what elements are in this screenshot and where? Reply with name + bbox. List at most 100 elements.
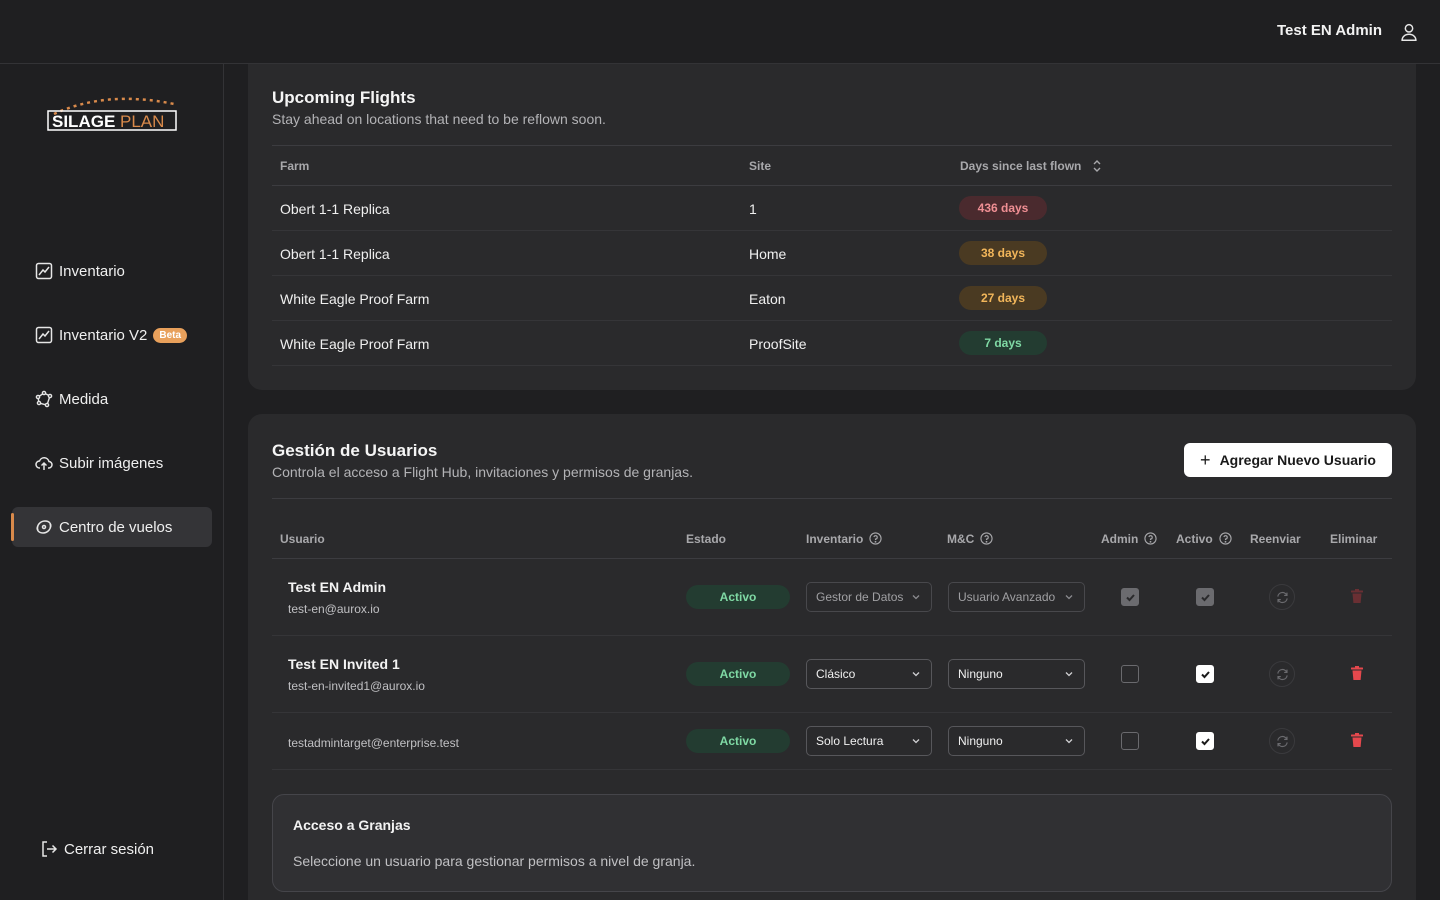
logo-text-silage: SILAGE (52, 112, 115, 131)
col-admin: Admin (1101, 532, 1157, 546)
sidebar-item-label: Inventario (59, 262, 125, 280)
days-badge: 38 days (959, 241, 1047, 265)
chevron-down-icon (912, 595, 920, 600)
help-icon[interactable] (1144, 532, 1157, 545)
check-icon (1126, 594, 1135, 602)
site-name: Eaton (749, 291, 786, 307)
divider (272, 185, 1392, 186)
plus-icon: + (1200, 450, 1211, 470)
inventory-role-select[interactable]: Clásico (806, 659, 932, 689)
sidebar-item-label: Inventario V2 (59, 326, 148, 344)
user-name: Test EN Invited 1 (288, 656, 400, 672)
admin-checkbox[interactable] (1121, 732, 1139, 750)
user-icon[interactable] (1398, 21, 1420, 43)
divider (272, 558, 1392, 559)
select-value: Solo Lectura (816, 734, 884, 748)
upcoming-flights-card: Upcoming Flights Stay ahead on locations… (248, 64, 1416, 390)
user-email: testadmintarget@enterprise.test (288, 736, 459, 750)
check-icon (1201, 671, 1210, 679)
divider (272, 635, 1392, 636)
users-subtitle: Controla el acceso a Flight Hub, invitac… (272, 464, 693, 480)
admin-checkbox[interactable] (1121, 665, 1139, 683)
resend-invite-button[interactable] (1269, 661, 1295, 687)
col-active-label: Activo (1176, 532, 1213, 546)
check-icon (1201, 738, 1210, 746)
days-badge: 436 days (959, 196, 1047, 220)
divider (272, 712, 1392, 713)
select-value: Ninguno (958, 667, 1003, 681)
farm-name: Obert 1-1 Replica (280, 201, 390, 217)
select-value: Gestor de Datos (816, 590, 904, 604)
sidebar-item-medida[interactable]: Medida (12, 379, 212, 419)
resend-invite-button[interactable] (1269, 584, 1295, 610)
resend-invite-button[interactable] (1269, 728, 1295, 754)
help-icon[interactable] (1219, 532, 1232, 545)
col-days-since-flown[interactable]: Days since last flown (960, 159, 1081, 173)
mc-role-select[interactable]: Ninguno (948, 659, 1085, 689)
user-email: test-en@aurox.io (288, 602, 380, 616)
select-value: Clásico (816, 667, 856, 681)
silageplan-logo[interactable]: SILAGE PLAN (46, 94, 180, 136)
mc-role-select[interactable]: Ninguno (948, 726, 1085, 756)
trash-icon[interactable] (1349, 665, 1365, 681)
user-management-card: Gestión de Usuarios Controla el acceso a… (248, 414, 1416, 900)
active-checkbox (1196, 588, 1214, 606)
farm-access-title: Acceso a Granjas (293, 817, 411, 833)
logout-button[interactable]: Cerrar sesión (40, 840, 154, 858)
active-checkbox[interactable] (1196, 665, 1214, 683)
sidebar-item-label: Medida (59, 390, 109, 408)
site-name: Home (749, 246, 787, 262)
col-delete: Eliminar (1330, 532, 1378, 546)
col-inventory-label: Inventario (806, 532, 864, 546)
status-badge: Activo (686, 729, 790, 753)
refresh-icon (1277, 668, 1288, 681)
chevron-down-icon (912, 739, 920, 744)
users-title: Gestión de Usuarios (272, 441, 438, 460)
farm-name: Obert 1-1 Replica (280, 246, 390, 262)
site-name: 1 (749, 201, 757, 217)
sort-icon[interactable] (1091, 159, 1103, 173)
admin-checkbox (1121, 588, 1139, 606)
col-farm: Farm (280, 159, 310, 173)
chevron-down-icon (1065, 595, 1073, 600)
site-name: ProofSite (749, 336, 807, 352)
col-mc-label: M&C (947, 532, 975, 546)
col-admin-label: Admin (1101, 532, 1139, 546)
active-checkbox[interactable] (1196, 732, 1214, 750)
flights-title: Upcoming Flights (272, 88, 416, 107)
status-badge: Activo (686, 585, 790, 609)
sidebar-item-inventario[interactable]: Inventario (12, 251, 212, 291)
col-inventory: Inventario (806, 532, 882, 546)
farm-access-subtitle: Seleccione un usuario para gestionar per… (293, 853, 696, 869)
logout-icon (42, 841, 58, 857)
add-user-button[interactable]: + Agregar Nuevo Usuario (1184, 443, 1392, 477)
chart-icon (35, 326, 53, 344)
farm-name: White Eagle Proof Farm (280, 291, 430, 307)
sidebar-item-inventario-v2[interactable]: Inventario V2 Beta (12, 315, 212, 355)
chevron-down-icon (912, 672, 920, 677)
divider (272, 320, 1392, 321)
mc-role-select: Usuario Avanzado (948, 582, 1085, 612)
sidebar-item-centro-de-vuelos[interactable]: Centro de vuelos (11, 507, 212, 547)
trash-icon[interactable] (1349, 732, 1365, 748)
refresh-icon (1277, 591, 1288, 604)
cloud-upload-icon (35, 457, 53, 470)
check-icon (1201, 594, 1210, 602)
sidebar: SILAGE PLAN Inventario Inventario V2 Bet… (0, 64, 224, 900)
divider (272, 498, 1392, 499)
divider (272, 145, 1392, 146)
sidebar-item-subir-imagenes[interactable]: Subir imágenes (12, 443, 212, 483)
help-icon[interactable] (980, 532, 993, 545)
user-email: test-en-invited1@aurox.io (288, 679, 425, 693)
divider (272, 230, 1392, 231)
inventory-role-select[interactable]: Solo Lectura (806, 726, 932, 756)
help-icon[interactable] (869, 532, 882, 545)
add-user-label: Agregar Nuevo Usuario (1219, 452, 1376, 468)
trash-icon (1351, 589, 1363, 603)
sidebar-item-label: Centro de vuelos (59, 518, 173, 536)
divider (272, 769, 1392, 770)
days-badge: 27 days (959, 286, 1047, 310)
col-mc: M&C (947, 532, 993, 546)
col-site: Site (749, 159, 772, 173)
divider (272, 365, 1392, 366)
